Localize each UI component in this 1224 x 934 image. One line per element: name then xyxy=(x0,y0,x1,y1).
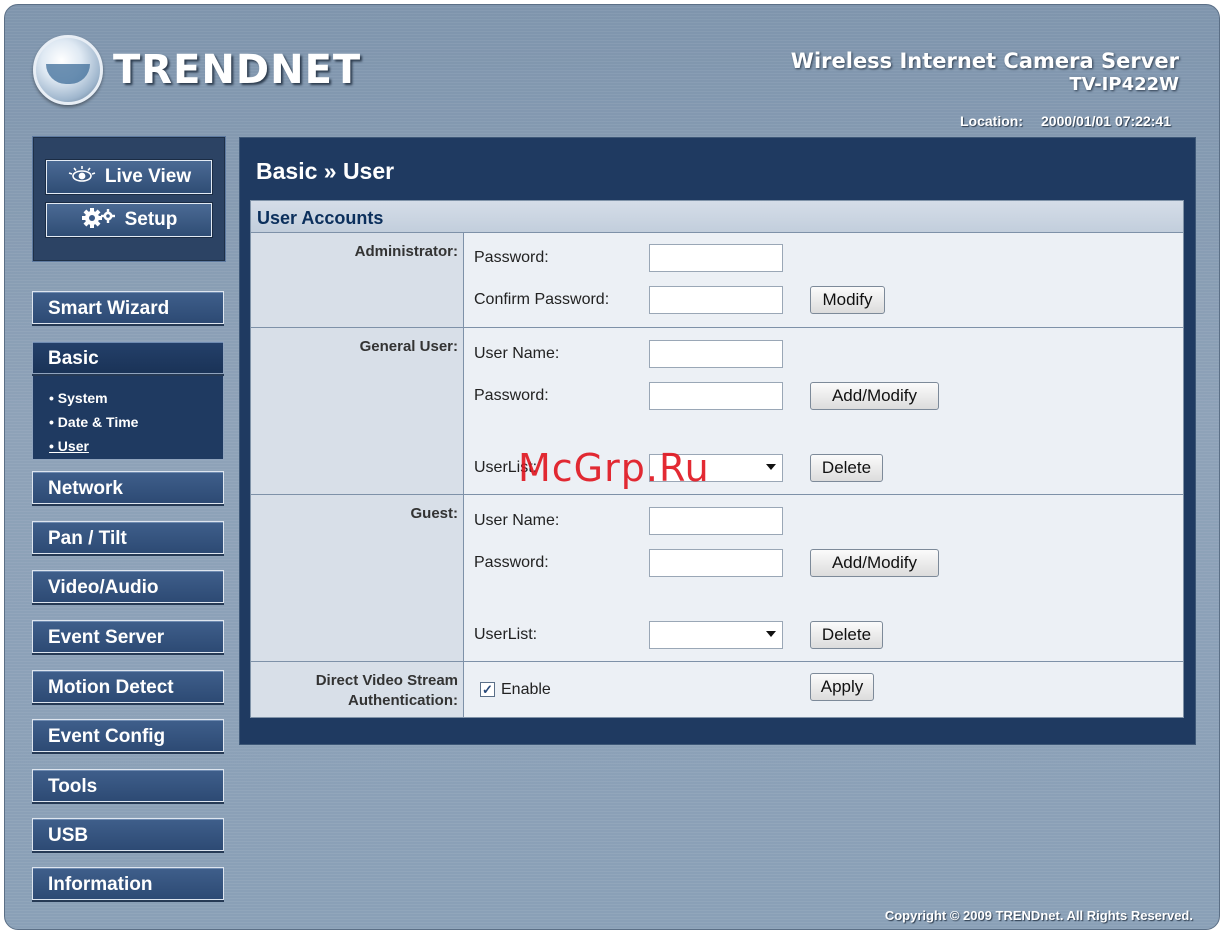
general-username-label: User Name: xyxy=(474,345,560,362)
general-add-modify-button[interactable]: Add/Modify xyxy=(810,382,939,410)
current-datetime: 2000/01/01 07:22:41 xyxy=(1041,113,1171,129)
gears-icon xyxy=(81,207,117,234)
administrator-fields: Password: Confirm Password: Modify xyxy=(464,233,1183,327)
guest-username-label: User Name: xyxy=(474,512,560,529)
product-info: Wireless Internet Camera Server TV-IP422… xyxy=(791,49,1179,95)
chevron-down-icon xyxy=(766,631,776,637)
guest-label: Guest: xyxy=(251,495,464,661)
general-password-label: Password: xyxy=(474,387,549,404)
administrator-label: Administrator: xyxy=(251,233,464,327)
nav-video-audio[interactable]: Video/Audio xyxy=(32,570,224,603)
guest-delete-button[interactable]: Delete xyxy=(810,621,883,649)
watermark: McGrp.Ru xyxy=(518,446,710,490)
stream-auth-fields: ✓ Enable Apply xyxy=(464,662,1183,717)
stream-auth-label-line1: Direct Video Stream xyxy=(315,672,458,689)
enable-checkbox[interactable]: ✓ xyxy=(480,682,495,697)
nav-basic-user[interactable]: • User xyxy=(33,434,223,458)
guest-password-input[interactable] xyxy=(649,549,783,577)
admin-confirm-password-input[interactable] xyxy=(649,286,783,314)
user-accounts-table: User Accounts Administrator: Password: C… xyxy=(250,200,1184,718)
stream-auth-label: Direct Video Stream Authentication: xyxy=(251,662,464,717)
location-datetime: Location: 2000/01/01 07:22:41 xyxy=(960,113,1171,129)
product-name: Wireless Internet Camera Server xyxy=(790,49,1179,73)
nav-basic[interactable]: Basic xyxy=(32,341,224,374)
nav-tools[interactable]: Tools xyxy=(32,769,224,802)
guest-add-modify-button[interactable]: Add/Modify xyxy=(810,549,939,577)
eye-icon xyxy=(67,165,97,190)
general-delete-button[interactable]: Delete xyxy=(810,454,883,482)
admin-confirm-password-label: Confirm Password: xyxy=(474,291,610,308)
guest-fields: User Name: Password: Add/Modify UserList… xyxy=(464,495,1183,661)
checkmark-icon: ✓ xyxy=(482,682,493,697)
live-view-label: Live View xyxy=(104,166,192,187)
section-title: User Accounts xyxy=(251,201,1183,233)
enable-label: Enable xyxy=(501,681,551,698)
trendnet-logo: TRENDNET xyxy=(33,31,361,109)
stream-auth-label-line2: Authentication: xyxy=(348,692,458,709)
guest-userlist-select[interactable] xyxy=(649,621,783,649)
general-password-input[interactable] xyxy=(649,382,783,410)
nav-information[interactable]: Information xyxy=(32,867,224,900)
setup-label: Setup xyxy=(124,209,178,230)
top-nav-box: Live View Setup xyxy=(32,136,226,262)
copyright: Copyright © 2009 TRENDnet. All Rights Re… xyxy=(884,908,1193,923)
brand-name: TRENDNET xyxy=(113,47,362,93)
guest-username-input[interactable] xyxy=(649,507,783,535)
admin-password-label: Password: xyxy=(474,249,549,266)
nav-pan-tilt[interactable]: Pan / Tilt xyxy=(32,521,224,554)
apply-button[interactable]: Apply xyxy=(810,673,874,701)
guest-password-label: Password: xyxy=(474,554,549,571)
general-user-section: General User: User Name: Password: Add/M… xyxy=(251,328,1183,495)
nav-event-config[interactable]: Event Config xyxy=(32,719,224,752)
nav-motion-detect[interactable]: Motion Detect xyxy=(32,670,224,703)
general-username-input[interactable] xyxy=(649,340,783,368)
setup-button[interactable]: Setup xyxy=(46,203,212,237)
nav-network[interactable]: Network xyxy=(32,471,224,504)
guest-section: Guest: User Name: Password: Add/Modify U… xyxy=(251,495,1183,662)
guest-userlist-label: UserList: xyxy=(474,626,538,643)
location-label: Location: xyxy=(960,113,1023,129)
basic-submenu: • System • Date & Time • User xyxy=(32,376,224,460)
administrator-section: Administrator: Password: Confirm Passwor… xyxy=(251,233,1183,328)
live-view-button[interactable]: Live View xyxy=(46,160,212,194)
trendnet-globe-icon xyxy=(33,35,103,105)
chevron-down-icon xyxy=(766,464,776,470)
nav-event-server[interactable]: Event Server xyxy=(32,620,224,653)
modify-button[interactable]: Modify xyxy=(810,286,885,314)
nav-smart-wizard[interactable]: Smart Wizard xyxy=(32,291,224,324)
page-title: Basic » User xyxy=(256,158,395,184)
stream-auth-section: Direct Video Stream Authentication: ✓ En… xyxy=(251,662,1183,717)
admin-password-input[interactable] xyxy=(649,244,783,272)
nav-usb[interactable]: USB xyxy=(32,818,224,851)
nav-basic-date-time[interactable]: • Date & Time xyxy=(33,410,223,434)
general-user-label: General User: xyxy=(251,328,464,494)
nav-basic-system[interactable]: • System xyxy=(33,386,223,410)
product-model: TV-IP422W xyxy=(1069,74,1179,95)
